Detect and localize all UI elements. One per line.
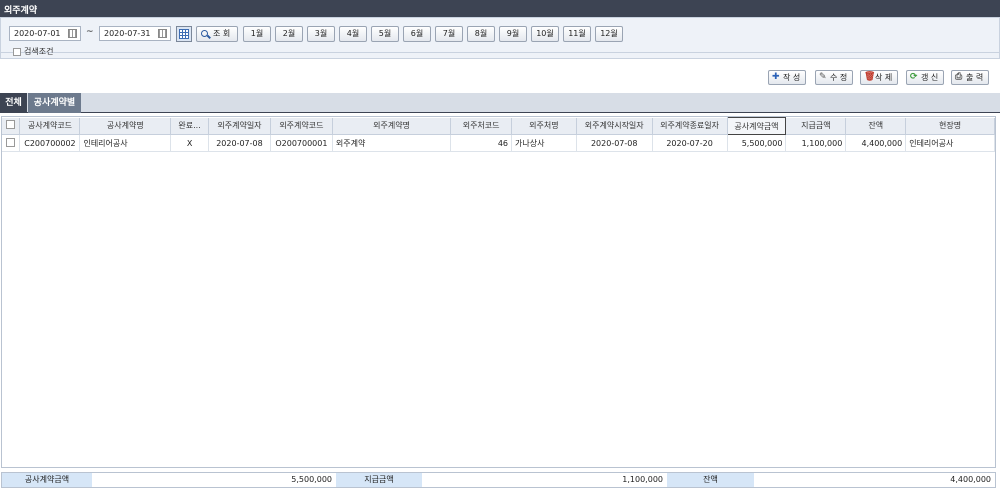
- table-cell[interactable]: O200700001: [270, 134, 333, 152]
- column-header[interactable]: 공사계약코드: [19, 117, 81, 135]
- search-button[interactable]: 조 회: [196, 26, 238, 42]
- column-header[interactable]: 외주처코드: [450, 117, 513, 135]
- search-panel: 2020-07-01 ~ 2020-07-31 조 회 1월 2월 3월 4월 …: [0, 17, 1000, 59]
- create-button[interactable]: ✚ 작 성: [768, 70, 806, 85]
- table-cell[interactable]: 2020-07-08: [576, 134, 653, 152]
- refresh-button[interactable]: ⟳ 갱 신: [906, 70, 944, 85]
- contract-table: 공사계약코드 공사계약명 완료... 외주계약일자 외주계약코드 외주계약명 외…: [2, 117, 995, 152]
- table-cell[interactable]: C200700002: [19, 134, 81, 152]
- table-cell[interactable]: 46: [450, 134, 513, 152]
- calendar-icon[interactable]: [158, 29, 167, 38]
- table-cell[interactable]: 인테리어공사: [79, 134, 172, 152]
- month-9-button[interactable]: 9월: [499, 26, 527, 42]
- delete-button-label: 삭 제: [875, 73, 893, 82]
- calendar-icon[interactable]: [68, 29, 77, 38]
- row-select-cell[interactable]: [2, 134, 21, 152]
- table-cell[interactable]: 2020-07-20: [652, 134, 728, 152]
- column-header[interactable]: 외주처명: [511, 117, 577, 135]
- refresh-icon: ⟳: [910, 72, 918, 82]
- window-title: 외주계약: [0, 0, 1000, 17]
- table-header-row: 공사계약코드 공사계약명 완료... 외주계약일자 외주계약코드 외주계약명 외…: [2, 117, 995, 135]
- month-7-button[interactable]: 7월: [435, 26, 463, 42]
- tab-all[interactable]: 전체: [0, 93, 27, 113]
- date-to-input[interactable]: 2020-07-31: [99, 26, 171, 41]
- create-button-label: 작 성: [783, 73, 801, 82]
- month-8-button[interactable]: 8월: [467, 26, 495, 42]
- column-header[interactable]: 지급금액: [785, 117, 847, 135]
- month-12-button[interactable]: 12월: [595, 26, 623, 42]
- contract-grid: 공사계약코드 공사계약명 완료... 외주계약일자 외주계약코드 외주계약명 외…: [1, 116, 996, 468]
- month-10-button[interactable]: 10월: [531, 26, 559, 42]
- calendar-grid-button[interactable]: [176, 26, 192, 42]
- panel-divider: [1, 52, 1000, 53]
- month-3-button[interactable]: 3월: [307, 26, 335, 42]
- table-cell[interactable]: X: [170, 134, 209, 152]
- date-to-value: 2020-07-31: [104, 29, 151, 38]
- column-header[interactable]: 외주계약종료일자: [652, 117, 728, 135]
- column-header[interactable]: 공사계약명: [79, 117, 172, 135]
- pencil-icon: ✎: [819, 72, 827, 82]
- plus-icon: ✚: [772, 72, 780, 82]
- search-icon: [201, 30, 208, 37]
- select-all-checkbox[interactable]: [6, 120, 16, 130]
- column-header[interactable]: 잔액: [845, 117, 907, 135]
- edit-button-label: 수 정: [830, 73, 848, 82]
- condition-checkbox[interactable]: [13, 47, 21, 56]
- row-checkbox[interactable]: [6, 137, 16, 147]
- select-all-header[interactable]: [2, 117, 21, 135]
- column-header[interactable]: 외주계약시작일자: [576, 117, 653, 135]
- table-row[interactable]: C200700002 인테리어공사 X 2020-07-08 O20070000…: [2, 134, 995, 152]
- month-2-button[interactable]: 2월: [275, 26, 303, 42]
- column-header-selected[interactable]: 공사계약금액: [726, 117, 787, 135]
- paid-amount-label: 지급금액: [336, 473, 422, 487]
- date-from-input[interactable]: 2020-07-01: [9, 26, 81, 41]
- balance-value: 4,400,000: [950, 475, 991, 484]
- condition-label: 검색조건: [24, 47, 54, 56]
- month-1-button[interactable]: 1월: [243, 26, 271, 42]
- column-header[interactable]: 외주계약일자: [208, 117, 271, 135]
- printer-icon: ⎙: [955, 72, 963, 82]
- column-header[interactable]: 현장명: [905, 117, 995, 135]
- contract-amount-label: 공사계약금액: [2, 473, 92, 487]
- tab-by-contract[interactable]: 공사계약별: [28, 93, 81, 113]
- table-cell[interactable]: 외주계약: [332, 134, 452, 152]
- summary-footer: 공사계약금액 5,500,000 지급금액 1,100,000 잔액 4,400…: [1, 472, 996, 488]
- date-separator: ~: [86, 27, 94, 37]
- search-button-label: 조 회: [213, 29, 231, 38]
- month-4-button[interactable]: 4월: [339, 26, 367, 42]
- table-cell[interactable]: 4,400,000: [845, 134, 907, 152]
- search-condition-toggle[interactable]: 검색조건: [13, 46, 53, 57]
- print-button-label: 출 력: [966, 73, 984, 82]
- column-header[interactable]: 외주계약명: [332, 117, 452, 135]
- refresh-button-label: 갱 신: [921, 73, 939, 82]
- print-button[interactable]: ⎙ 출 력: [951, 70, 989, 85]
- balance-label: 잔액: [667, 473, 754, 487]
- column-header[interactable]: 완료...: [170, 117, 209, 135]
- paid-amount-value: 1,100,000: [622, 475, 663, 484]
- date-from-value: 2020-07-01: [14, 29, 61, 38]
- month-5-button[interactable]: 5월: [371, 26, 399, 42]
- table-cell[interactable]: 가나상사: [511, 134, 577, 152]
- month-11-button[interactable]: 11월: [563, 26, 591, 42]
- column-header[interactable]: 외주계약코드: [270, 117, 333, 135]
- delete-button[interactable]: 🗑 삭 제: [860, 70, 898, 85]
- table-cell[interactable]: 2020-07-08: [208, 134, 271, 152]
- trash-icon: 🗑: [864, 72, 876, 82]
- table-cell[interactable]: 5,500,000: [727, 134, 787, 152]
- contract-amount-value: 5,500,000: [291, 475, 332, 484]
- table-cell[interactable]: 인테리어공사: [905, 134, 995, 152]
- tab-bar: 전체 공사계약별: [0, 93, 1000, 113]
- table-cell[interactable]: 1,100,000: [785, 134, 847, 152]
- edit-button[interactable]: ✎ 수 정: [815, 70, 853, 85]
- month-6-button[interactable]: 6월: [403, 26, 431, 42]
